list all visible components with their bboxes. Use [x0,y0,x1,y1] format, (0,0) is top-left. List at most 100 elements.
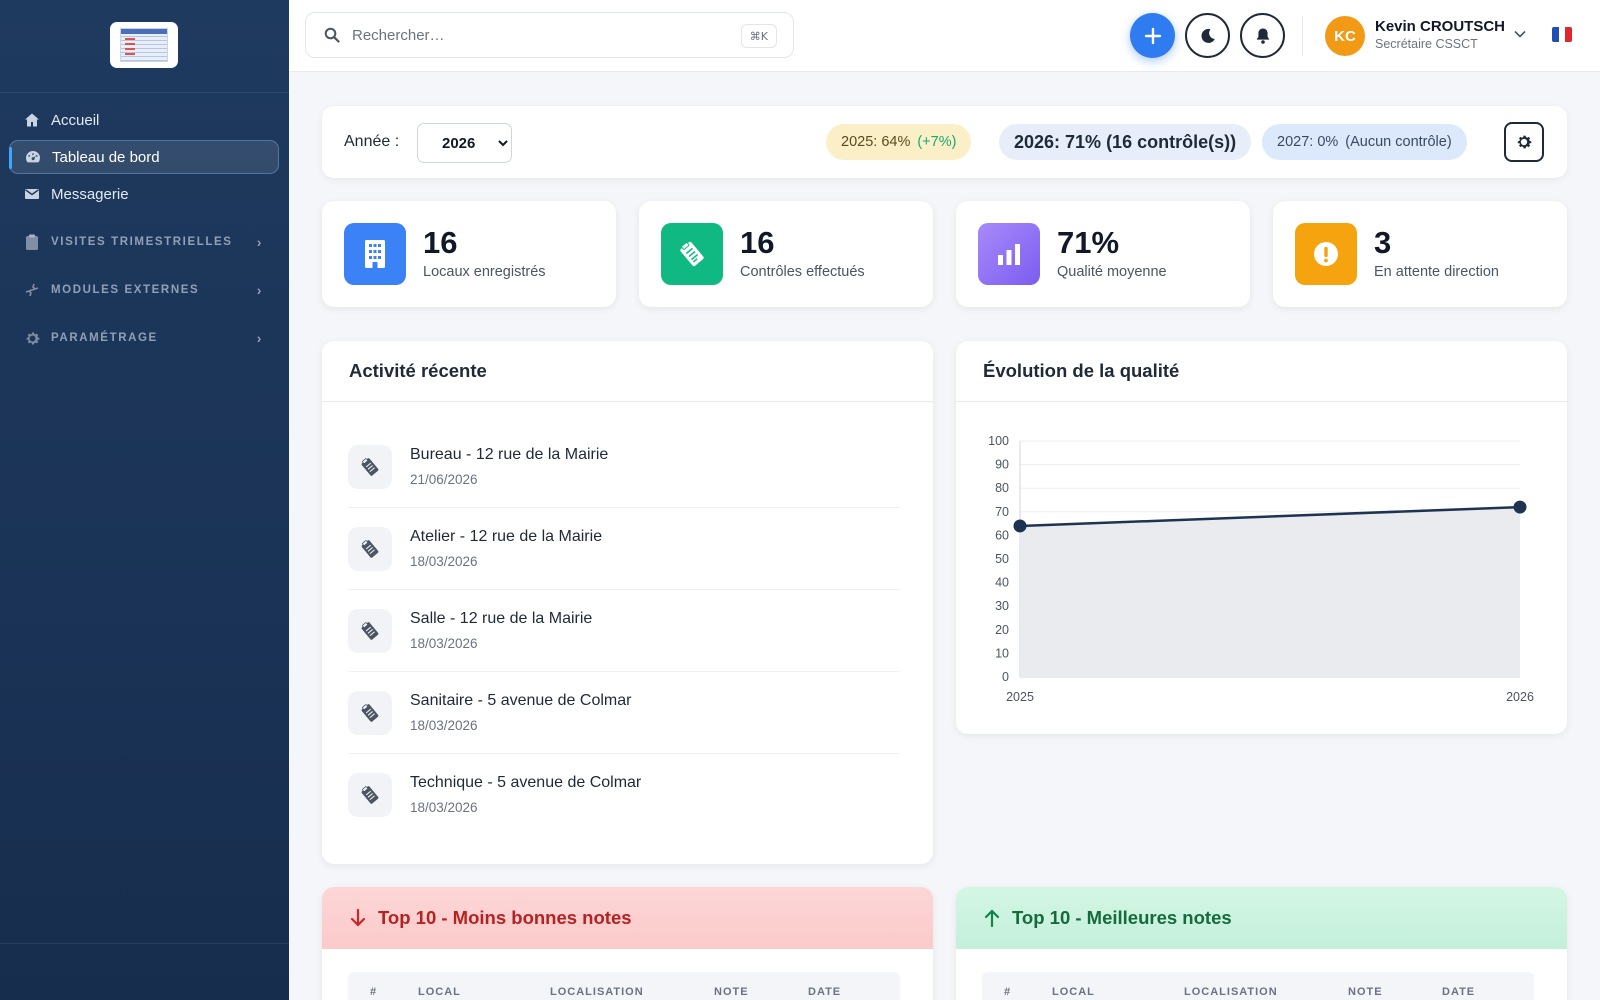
activity-title: Atelier - 12 rue de la Mairie [410,528,603,545]
clipboard-icon [348,609,392,653]
add-button[interactable] [1130,13,1175,58]
activity-date: 18/03/2026 [410,554,478,569]
column-header[interactable]: DATE [808,986,841,998]
year-2027-text: 2027: 0% [1277,134,1339,150]
sidebar-footer-divider [0,943,289,944]
stat-card-controles[interactable]: 16 Contrôles effectués [639,201,933,307]
panel-title: Activité récente [322,341,933,402]
column-header[interactable]: LOCAL [418,986,461,998]
y-tick-label: 50 [995,552,1009,566]
activity-list-item[interactable]: Bureau - 12 rue de la Mairie 21/06/2026 [348,426,900,508]
column-header[interactable]: DATE [1442,986,1475,998]
stat-icon-box [661,223,723,285]
stat-icon-box [1295,223,1357,285]
alert-icon [1314,242,1338,266]
stat-label: Locaux enregistrés [423,264,546,280]
sidebar-section-visites[interactable]: VISITES TRIMESTRIELLES › [9,227,279,257]
plus-icon [1144,27,1161,44]
panel-title: Top 10 - Moins bonnes notes [322,887,933,949]
sidebar-section-modules[interactable]: MODULES EXTERNES › [9,275,279,305]
y-tick-label: 100 [988,434,1009,448]
column-header[interactable]: LOCALISATION [1184,986,1278,998]
quality-chart: 0 10 20 30 40 50 60 70 80 90 100 2025 2026 [956,403,1566,733]
topbar: ⌘K KC Kevin CROUTSCH Secrétaire CSSCT [289,0,1600,72]
clipboard-icon [348,527,392,571]
gear-icon [1517,135,1532,149]
chevron-down-icon[interactable] [1514,25,1526,41]
stat-value: 16 [423,225,458,260]
table-header: # LOCAL LOCALISATION NOTE DATE [348,972,900,1000]
year-2025-pill[interactable]: 2025: 64% (+7%) [826,124,972,160]
dark-mode-toggle[interactable] [1185,13,1230,58]
clipboard-check-icon [680,241,704,267]
column-header[interactable]: NOTE [714,986,749,998]
stat-value: 3 [1374,225,1392,260]
sidebar-item-label: Messagerie [51,185,129,203]
top-best-panel: Top 10 - Meilleures notes # LOCAL LOCALI… [956,887,1567,1000]
year-2026-text: 2026: 71% (16 contrôle(s)) [1014,131,1237,152]
x-tick-label: 2026 [1506,690,1534,704]
year-select[interactable]: 2026 [417,123,512,163]
stat-value: 71% [1057,225,1120,260]
year-2027-note: (Aucun contrôle) [1345,134,1452,150]
language-flag-icon[interactable] [1552,27,1572,42]
user-name[interactable]: Kevin CROUTSCH [1375,18,1505,35]
y-tick-label: 30 [995,599,1009,613]
activity-list-item[interactable]: Sanitaire - 5 avenue de Colmar 18/03/2026 [348,672,900,754]
column-header[interactable]: LOCALISATION [550,986,644,998]
home-icon [23,111,41,129]
activity-title: Sanitaire - 5 avenue de Colmar [410,692,632,709]
search-shortcut-badge: ⌘K [740,24,777,48]
year-2027-pill[interactable]: 2027: 0% (Aucun contrôle) [1262,124,1467,160]
stat-value: 16 [740,225,775,260]
mail-icon [23,185,41,203]
year-2025-delta: (+7%) [917,134,957,150]
activity-list-item[interactable]: Technique - 5 avenue de Colmar 18/03/2026 [348,754,900,836]
sidebar: Accueil Tableau de bord Messagerie VISIT… [0,0,289,1000]
stat-card-attente[interactable]: 3 En attente direction [1273,201,1567,307]
column-header[interactable]: # [370,986,377,998]
sidebar-item-accueil[interactable]: Accueil [9,103,279,137]
sidebar-item-label: Tableau de bord [52,148,160,166]
panel-title: Top 10 - Meilleures notes [956,887,1567,949]
sidebar-section-parametrage[interactable]: PARAMÉTRAGE › [9,323,279,353]
panel-title: Évolution de la qualité [956,341,1567,402]
settings-button[interactable] [1504,122,1544,162]
sidebar-item-tableau-de-bord[interactable]: Tableau de bord [9,140,279,174]
moon-icon [1201,28,1215,43]
top-worst-panel: Top 10 - Moins bonnes notes # LOCAL LOCA… [322,887,933,1000]
stat-card-qualite[interactable]: 71% Qualité moyenne [956,201,1250,307]
quality-chart-svg: 0 10 20 30 40 50 60 70 80 90 100 2025 2026 [988,434,1534,704]
activity-date: 21/06/2026 [410,472,478,487]
arrow-up-icon [984,908,1000,928]
clipboard-icon [348,773,392,817]
search-input[interactable] [352,26,732,44]
logo-image [120,28,168,62]
avatar[interactable]: KC [1325,16,1365,56]
sidebar-section-label: PARAMÉTRAGE [51,332,158,344]
stat-card-locaux[interactable]: 16 Locaux enregistrés [322,201,616,307]
activity-date: 18/03/2026 [410,718,478,733]
column-header[interactable]: # [1004,986,1011,998]
search-box[interactable]: ⌘K [305,12,794,58]
activity-list-item[interactable]: Salle - 12 rue de la Mairie 18/03/2026 [348,590,900,672]
year-2026-pill[interactable]: 2026: 71% (16 contrôle(s)) [999,124,1252,160]
search-icon [324,27,340,43]
data-point [1513,500,1527,514]
quality-chart-panel: Évolution de la qualité 0 10 20 30 40 50 60 70 8… [956,341,1567,734]
panel-title-text: Top 10 - Moins bonnes notes [378,907,632,928]
building-icon [365,240,385,268]
series-area [1020,507,1520,677]
notifications-button[interactable] [1240,13,1285,58]
y-tick-label: 0 [1002,670,1009,684]
column-header[interactable]: LOCAL [1052,986,1095,998]
clipboard-icon [348,445,392,489]
sidebar-section-label: MODULES EXTERNES [51,284,200,296]
y-tick-label: 80 [995,481,1009,495]
sidebar-item-messagerie[interactable]: Messagerie [9,177,279,211]
app-logo[interactable] [110,22,178,68]
column-header[interactable]: NOTE [1348,986,1383,998]
activity-list-item[interactable]: Atelier - 12 rue de la Mairie 18/03/2026 [348,508,900,590]
activity-date: 18/03/2026 [410,800,478,815]
sidebar-divider [0,92,289,93]
